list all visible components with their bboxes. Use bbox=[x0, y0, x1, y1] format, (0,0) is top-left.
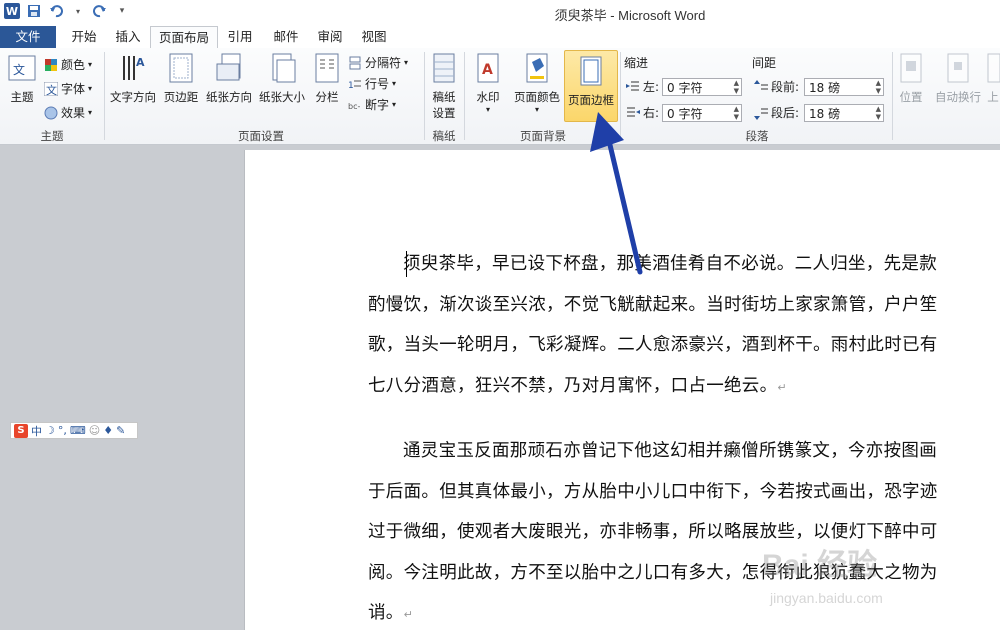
size-button[interactable]: 纸张大小 bbox=[256, 52, 308, 105]
group-divider bbox=[464, 52, 465, 140]
watermark-brand: Bai 经验 bbox=[762, 549, 878, 582]
theme-effects-button[interactable]: 效果 ▾ bbox=[44, 104, 92, 121]
watermark-url: jingyan.baidu.com bbox=[770, 590, 883, 606]
punctuation-icon[interactable]: °, bbox=[58, 424, 67, 437]
margins-button[interactable]: 页边距 bbox=[160, 52, 202, 105]
themes-icon: 文 bbox=[8, 55, 36, 81]
moon-icon[interactable]: ☽ bbox=[45, 424, 55, 437]
spacing-before-label: 段前: bbox=[754, 78, 799, 95]
spacing-after-icon bbox=[754, 108, 768, 120]
window-title: 须臾茶毕 - Microsoft Word bbox=[554, 8, 706, 23]
text-direction-icon: A bbox=[123, 56, 145, 80]
spinner-arrows-icon[interactable]: ▲ ▼ bbox=[876, 105, 881, 121]
text-direction-button[interactable]: A 文字方向 bbox=[106, 52, 160, 105]
tab-references[interactable]: 引用 bbox=[220, 26, 260, 48]
theme-fonts-button[interactable]: 文 字体 ▾ bbox=[44, 80, 92, 97]
themes-button[interactable]: 文 主题 bbox=[2, 52, 42, 105]
wrap-text-button[interactable]: 自动换行 bbox=[932, 52, 984, 105]
tab-review[interactable]: 审阅 bbox=[310, 26, 350, 48]
position-button[interactable]: 位置 bbox=[896, 52, 926, 105]
svg-text:文: 文 bbox=[13, 62, 25, 77]
title-bar: W ▾ ▾ 须臾茶毕 - Microsoft Word bbox=[0, 0, 1000, 26]
spacing-heading: 间距 bbox=[752, 56, 777, 70]
tab-file[interactable]: 文件 bbox=[0, 26, 56, 48]
spinner-arrows-icon[interactable]: ▲ ▼ bbox=[734, 79, 739, 95]
group-label-draft: 稿纸 bbox=[432, 129, 456, 143]
ime-toolbar[interactable]: S 中 ☽ °, ⌨ ☺ ♦ ✎ bbox=[10, 422, 138, 439]
colors-icon bbox=[45, 58, 57, 71]
tab-page-layout[interactable]: 页面布局 bbox=[150, 26, 218, 50]
tab-home[interactable]: 开始 bbox=[62, 26, 106, 48]
indent-left-field[interactable]: 0 字符 ▲ ▼ bbox=[662, 78, 742, 96]
baidu-jingyan-watermark: Bai 经验 jingyan.baidu.com bbox=[762, 540, 972, 620]
group-label-paragraph: 段落 bbox=[745, 129, 769, 143]
spinner-arrows-icon[interactable]: ▲ ▼ bbox=[876, 79, 881, 95]
bring-forward-button[interactable]: 上 bbox=[986, 52, 1000, 105]
keyboard-icon[interactable]: ⌨ bbox=[70, 424, 86, 437]
sogou-logo-icon: S bbox=[14, 423, 28, 438]
left-gutter bbox=[0, 145, 243, 630]
spacing-before-icon bbox=[754, 79, 768, 89]
wrap-text-icon bbox=[947, 53, 969, 83]
columns-button[interactable]: 分栏 bbox=[310, 52, 344, 105]
spacing-after-label: 段后: bbox=[754, 104, 799, 121]
breaks-icon bbox=[349, 56, 361, 69]
tab-insert[interactable]: 插入 bbox=[108, 26, 148, 48]
effects-icon bbox=[44, 106, 58, 119]
ribbon: 文 主题 颜色▾ 文 字体▾ 效果▾ 主题 A 文字方向 页边距 纸张方向 bbox=[0, 48, 1000, 145]
svg-text:A: A bbox=[482, 62, 493, 78]
hyphenation-button[interactable]: bc- 断字 ▾ bbox=[348, 96, 396, 113]
draft-settings-button[interactable]: 稿纸 设置 bbox=[426, 52, 462, 121]
skin-icon[interactable]: ♦ bbox=[103, 424, 113, 437]
group-divider bbox=[424, 52, 425, 140]
theme-colors-button[interactable]: 颜色 ▾ bbox=[44, 56, 92, 73]
spinner-arrows-icon[interactable]: ▲ ▼ bbox=[734, 105, 739, 121]
page-borders-button[interactable]: 页面边框 bbox=[564, 50, 618, 122]
fonts-icon: 文 bbox=[44, 81, 58, 96]
group-label-page-background: 页面背景 bbox=[520, 129, 566, 143]
group-divider bbox=[620, 52, 621, 140]
svg-text:文: 文 bbox=[46, 83, 57, 96]
indent-heading: 缩进 bbox=[624, 56, 649, 70]
svg-text:A: A bbox=[136, 56, 145, 69]
bring-forward-icon bbox=[987, 53, 1000, 83]
tab-view[interactable]: 视图 bbox=[354, 26, 394, 48]
indent-left-label: 左: bbox=[626, 78, 659, 95]
position-icon bbox=[900, 53, 922, 83]
page-color-icon bbox=[526, 53, 548, 83]
breaks-button[interactable]: 分隔符 ▾ bbox=[348, 54, 408, 71]
line-numbers-icon: 1 bbox=[348, 80, 361, 91]
indent-left-icon bbox=[626, 81, 639, 90]
ime-mode-indicator[interactable]: 中 bbox=[31, 423, 42, 439]
page-borders-icon bbox=[580, 56, 602, 86]
paper-size-icon bbox=[272, 53, 296, 83]
ribbon-tabs: 文件 开始 插入 页面布局 引用 邮件 审阅 视图 bbox=[0, 26, 1000, 50]
indent-right-field[interactable]: 0 字符 ▲ ▼ bbox=[662, 104, 742, 122]
group-label-page-setup: 页面设置 bbox=[238, 129, 284, 143]
orientation-button[interactable]: 纸张方向 bbox=[202, 52, 256, 105]
hyphenation-icon: bc- bbox=[348, 102, 360, 111]
draft-paper-icon bbox=[433, 53, 455, 83]
settings-icon[interactable]: ✎ bbox=[116, 424, 125, 437]
indent-right-label: 右: bbox=[626, 104, 659, 121]
watermark-icon: A bbox=[477, 53, 499, 83]
group-label-theme: 主题 bbox=[40, 129, 64, 143]
orientation-icon bbox=[216, 53, 241, 81]
watermark-button[interactable]: A 水印 ▾ bbox=[470, 52, 506, 114]
spacing-after-field[interactable]: 18 磅 ▲ ▼ bbox=[804, 104, 884, 122]
group-divider bbox=[892, 52, 893, 140]
margins-icon bbox=[169, 53, 193, 83]
document-paragraph[interactable]: 须臾茶毕，早已设下杯盘，那美酒佳肴自不必说。二人归坐，先是款酌慢饮，渐次谈至兴浓… bbox=[368, 244, 948, 408]
svg-text:1: 1 bbox=[348, 81, 354, 91]
indent-right-icon bbox=[627, 107, 640, 116]
page-color-button[interactable]: 页面颜色 ▾ bbox=[510, 52, 564, 114]
tab-mailings[interactable]: 邮件 bbox=[264, 26, 308, 48]
group-divider bbox=[104, 52, 105, 140]
line-numbers-button[interactable]: 1 行号 ▾ bbox=[348, 75, 396, 92]
spacing-before-field[interactable]: 18 磅 ▲ ▼ bbox=[804, 78, 884, 96]
columns-icon bbox=[315, 53, 339, 83]
user-icon[interactable]: ☺ bbox=[89, 424, 100, 437]
svg-text:bc-: bc- bbox=[348, 102, 360, 111]
